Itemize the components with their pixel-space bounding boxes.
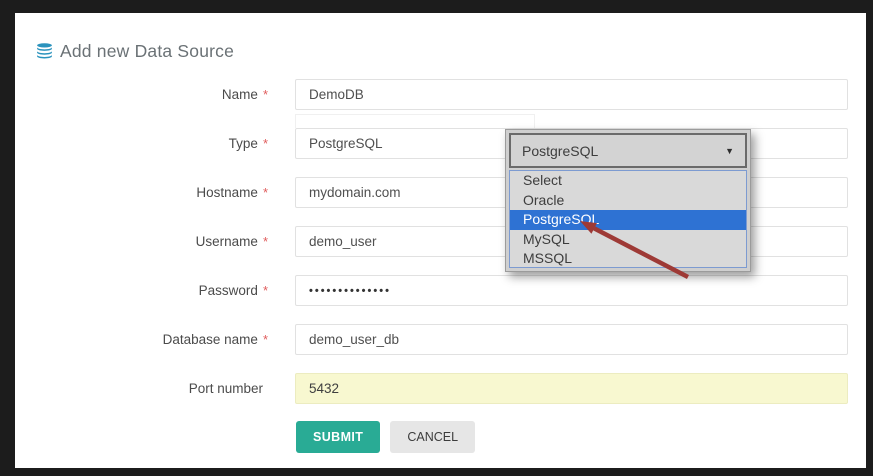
database-name-label: Database name * <box>162 332 268 347</box>
option-postgresql[interactable]: PostgreSQL <box>510 210 746 230</box>
add-data-source-panel: Add new Data Source Name* Type* Hostname… <box>15 13 866 468</box>
required-marker: * <box>262 185 268 200</box>
type-dropdown-overlay: PostgreSQL ▼ Select Oracle PostgreSQL My… <box>505 129 751 272</box>
select-ghost-outline <box>295 114 535 128</box>
required-marker: * <box>262 87 268 102</box>
name-input[interactable] <box>295 79 848 110</box>
required-marker: * <box>262 234 268 249</box>
name-field-row: Name * <box>15 79 866 110</box>
page-header: Add new Data Source <box>36 37 234 65</box>
type-select-value: PostgreSQL <box>522 142 599 159</box>
option-mysql[interactable]: MySQL <box>510 230 746 250</box>
type-label: Type * <box>228 136 268 151</box>
chevron-down-icon: ▼ <box>725 145 734 156</box>
password-field-row: Password * <box>15 275 866 306</box>
password-label: Password * <box>198 283 268 298</box>
option-mssql[interactable]: MSSQL <box>510 249 746 267</box>
port-number-input[interactable] <box>295 373 848 404</box>
username-label: Username * <box>195 234 268 249</box>
submit-button[interactable]: SUBMIT <box>296 421 381 453</box>
type-select-dropdown[interactable]: PostgreSQL ▼ <box>509 133 747 168</box>
database-name-input[interactable] <box>295 324 848 355</box>
database-icon <box>37 42 52 58</box>
required-marker: * <box>262 136 268 151</box>
page-title: Add new Data Source <box>60 40 235 61</box>
required-marker: * <box>262 332 268 347</box>
cancel-button[interactable]: CANCEL <box>390 421 476 453</box>
password-input[interactable] <box>295 275 848 306</box>
option-oracle[interactable]: Oracle <box>510 191 746 211</box>
form-actions: SUBMIT CANCEL <box>296 421 476 453</box>
port-number-field-row: Port number <box>15 373 866 404</box>
hostname-label: Hostname * <box>196 185 268 200</box>
type-options-list: Select Oracle PostgreSQL MySQL MSSQL <box>509 170 747 268</box>
name-label: Name * <box>221 87 268 102</box>
port-number-label: Port number <box>188 381 263 396</box>
required-marker: * <box>262 283 268 298</box>
database-name-field-row: Database name * <box>15 324 866 355</box>
option-select[interactable]: Select <box>510 171 746 191</box>
